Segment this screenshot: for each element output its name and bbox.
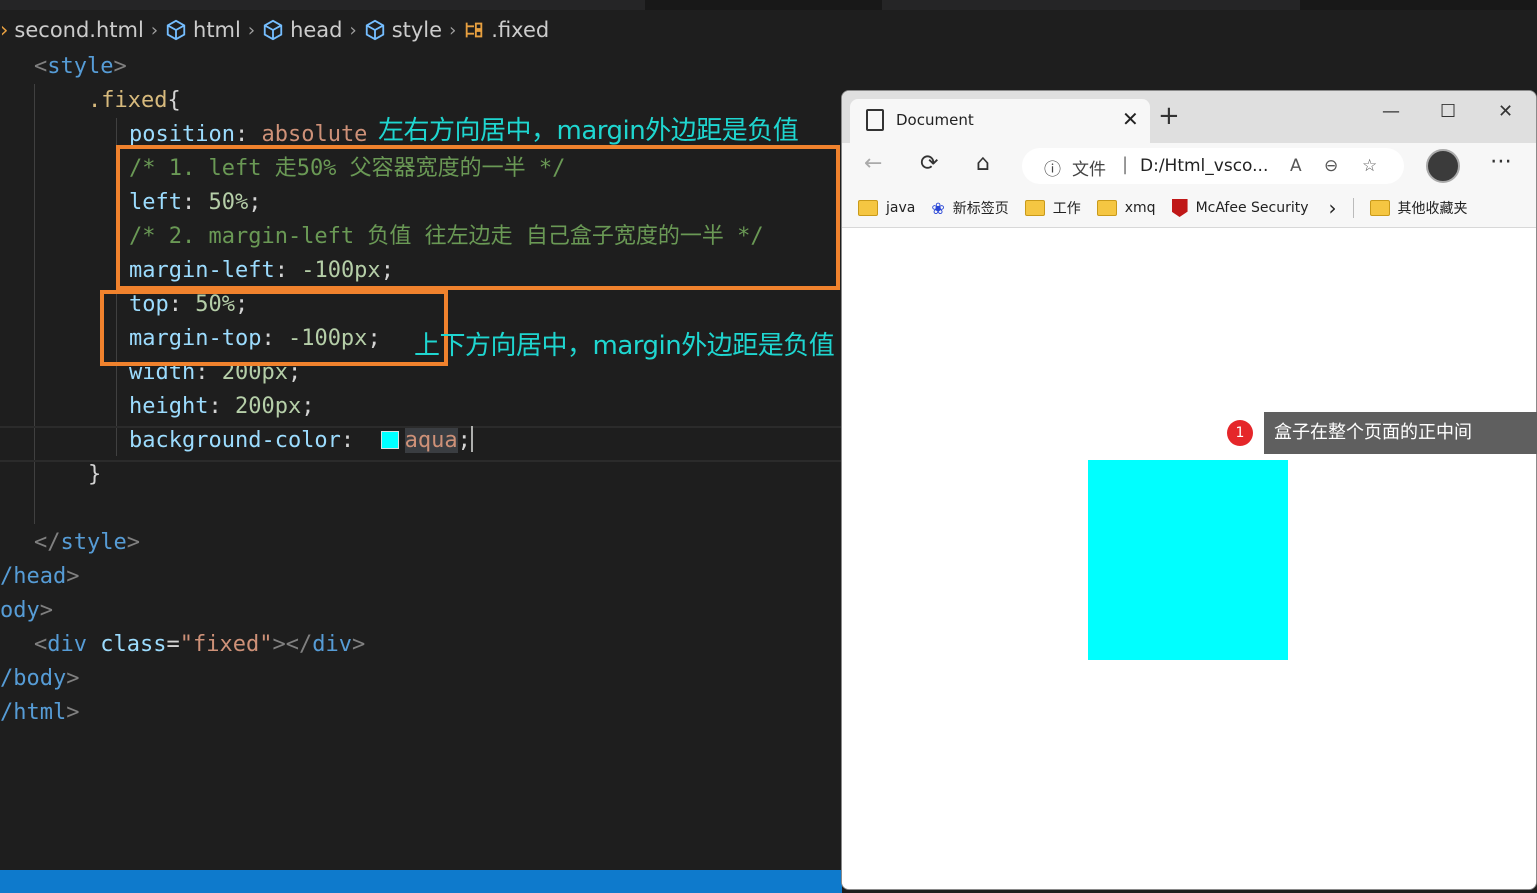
chevron-right-icon: › xyxy=(150,19,159,41)
chevron-right-icon: › xyxy=(0,18,9,42)
code-line-18: <div class="fixed"></div> xyxy=(34,632,366,657)
chevron-right-icon: › xyxy=(449,19,457,41)
code-line-13: } xyxy=(88,462,102,487)
folder-icon xyxy=(1369,200,1390,216)
page-viewport xyxy=(842,228,1536,889)
new-tab-button[interactable]: + xyxy=(1158,101,1180,131)
folder-icon xyxy=(1024,200,1045,216)
favorite-mcafee[interactable]: McAfee Security xyxy=(1171,199,1309,217)
favorite-work[interactable]: 工作 xyxy=(1024,198,1081,218)
folder-icon xyxy=(858,200,878,216)
code-line-11: height: 200px; xyxy=(129,394,315,419)
chevron-right-icon: › xyxy=(349,19,357,41)
mcafee-icon xyxy=(1171,199,1188,217)
highlight-box-horizontal xyxy=(116,145,840,290)
folder-icon xyxy=(1096,200,1117,216)
document-icon xyxy=(866,109,884,131)
color-swatch[interactable] xyxy=(380,431,399,449)
code-line-15: </style> xyxy=(34,530,140,555)
code-line-17: ody> xyxy=(0,598,53,623)
code-line-20: /html> xyxy=(0,700,80,725)
annotation-horizontal: 左右方向居中，margin外边距是负值 xyxy=(378,116,799,146)
window-close-icon[interactable]: ✕ xyxy=(1498,101,1513,122)
maximize-icon[interactable]: ☐ xyxy=(1440,101,1456,122)
cube-icon xyxy=(166,19,186,41)
tab-title: Document xyxy=(896,111,974,129)
favorites-divider xyxy=(1352,198,1354,218)
url-text[interactable]: D:/Html_vsco... xyxy=(1140,156,1268,176)
highlight-box-vertical xyxy=(100,290,448,366)
browser-tab[interactable]: Document ✕ xyxy=(850,99,1150,143)
chevron-right-icon: › xyxy=(247,19,256,41)
read-aloud-icon[interactable]: A xyxy=(1290,156,1302,176)
browser-tab-bar: Document ✕ + — ☐ ✕ xyxy=(842,91,1536,143)
breadcrumb-fixed[interactable]: .fixed xyxy=(463,18,549,42)
tab-strip-left xyxy=(0,0,645,10)
breadcrumb-head[interactable]: head xyxy=(262,18,343,42)
minimize-icon[interactable]: — xyxy=(1382,101,1400,122)
favorite-newtab[interactable]: ❀ 新标签页 xyxy=(931,198,1008,218)
url-separator: | xyxy=(1122,154,1129,175)
home-icon[interactable]: ⌂ xyxy=(976,151,990,176)
favorite-star-icon[interactable]: ☆ xyxy=(1362,156,1377,176)
code-line-1: <style> xyxy=(34,54,127,79)
chevron-right-icon[interactable]: › xyxy=(1329,196,1337,220)
browser-nav-bar: ← ⟳ ⌂ ⓘ 文件 | D:/Html_vsco... A ⊖ ☆ ⋯ xyxy=(842,143,1536,189)
cube-icon xyxy=(365,19,384,41)
back-icon[interactable]: ← xyxy=(864,151,882,176)
avatar[interactable] xyxy=(1426,149,1460,183)
more-icon[interactable]: ⋯ xyxy=(1490,149,1512,174)
fixed-box xyxy=(1088,460,1288,660)
zoom-out-icon[interactable]: ⊖ xyxy=(1324,156,1338,176)
favorite-java[interactable]: java xyxy=(858,200,915,216)
tab-strip-right xyxy=(882,0,1300,10)
code-line-16: /head> xyxy=(0,564,80,589)
code-line-19: /body> xyxy=(0,666,80,691)
status-bar xyxy=(0,870,842,893)
browser-window: Document ✕ + — ☐ ✕ ← ⟳ ⌂ ⓘ 文件 | D:/Html_… xyxy=(841,90,1537,890)
breadcrumb-html[interactable]: html xyxy=(165,18,241,42)
cube-icon xyxy=(263,19,283,41)
baidu-paw-icon: ❀ xyxy=(931,198,945,218)
breadcrumb-file[interactable]: second.html xyxy=(14,18,143,42)
breadcrumb: › second.html › html › head › style › .f… xyxy=(0,12,1537,48)
selector-icon xyxy=(466,22,483,38)
annotation-vertical: 上下方向居中，margin外边距是负值 xyxy=(414,331,835,361)
code-line-2: .fixed{ xyxy=(88,88,181,113)
code-line-12: background-color: aqua; xyxy=(129,426,473,453)
tooltip: 盒子在整个页面的正中间 xyxy=(1264,412,1537,454)
breadcrumb-style[interactable]: style xyxy=(364,18,442,42)
url-scheme-label: 文件 xyxy=(1072,160,1106,180)
refresh-icon[interactable]: ⟳ xyxy=(920,151,938,176)
favorite-xmq[interactable]: xmq xyxy=(1096,200,1156,216)
text-caret xyxy=(470,426,473,452)
top-strip xyxy=(0,0,1537,10)
favorites-bar: java ❀ 新标签页 工作 xmq McAfee Security › 其他收藏… xyxy=(842,189,1536,228)
info-icon[interactable]: ⓘ xyxy=(1044,155,1061,180)
favorite-other[interactable]: 其他收藏夹 xyxy=(1369,198,1468,218)
address-bar[interactable]: ⓘ 文件 | D:/Html_vsco... A ⊖ ☆ xyxy=(1022,148,1404,184)
step-badge: 1 xyxy=(1227,420,1253,446)
close-icon[interactable]: ✕ xyxy=(1122,107,1139,131)
